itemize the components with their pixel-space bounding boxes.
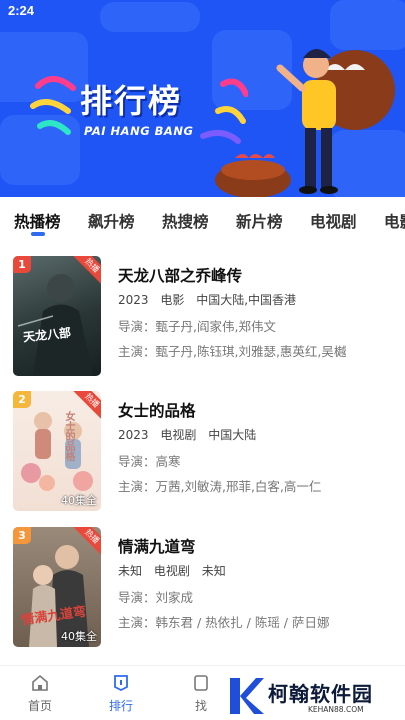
item-director: 导演：刘家成 — [118, 590, 194, 605]
person-with-sack-illustration — [215, 49, 395, 197]
item-year: 2023 — [118, 428, 149, 442]
poster-image: 女士的品格 2 热播 40集全 — [13, 391, 101, 511]
episode-count: 40集全 — [61, 494, 97, 507]
nav-find[interactable]: 找 — [176, 674, 226, 714]
tab-hot-play[interactable]: 热播榜 — [14, 210, 61, 232]
nav-home[interactable]: 首页 — [15, 674, 65, 714]
status-bar-time: 2:24 — [8, 3, 35, 18]
nav-find-label: 找 — [194, 699, 207, 713]
tab-rising[interactable]: 飙升榜 — [88, 210, 135, 232]
nav-home-label: 首页 — [27, 699, 52, 713]
site-watermark: 柯翰软件园 KEHAN88.COM — [222, 672, 405, 720]
list-item[interactable]: 情满九道弯 3 热播 40集全 情满九道弯 未知 电视剧 未知 导演：刘家成 主… — [0, 527, 405, 651]
watermark-text: 柯翰软件园 — [268, 682, 373, 706]
find-icon — [194, 675, 208, 691]
poster-image: 情满九道弯 3 热播 40集全 — [13, 527, 101, 647]
item-type: 电视剧 — [153, 564, 190, 578]
item-meta: 2023 电影 中国大陆,中国香港 — [118, 291, 304, 308]
banner-tile — [100, 2, 200, 32]
watermark-logo-icon — [230, 678, 264, 714]
ranking-tabs: 热播榜 飙升榜 热搜榜 新片榜 电视剧 电影 — [0, 200, 405, 240]
item-region: 未知 — [201, 564, 226, 578]
poster-art — [17, 274, 93, 376]
item-title: 女士的品格 — [118, 402, 196, 420]
home-icon — [32, 674, 48, 691]
poster-title-text: 女士的品格 — [63, 411, 74, 461]
page: 2:24 排行榜 PAI HANG BANG 热播榜 飙升榜 热搜榜 新片榜 电… — [0, 0, 405, 720]
item-region: 中国大陆 — [208, 428, 257, 442]
item-director: 导演：高寒 — [118, 454, 181, 469]
item-title: 天龙八部之乔峰传 — [118, 267, 243, 285]
rank-badge: 1 — [13, 256, 31, 273]
list-item[interactable]: 女士的品格 2 热播 40集全 女士的品格 2023 电视剧 中国大陆 导演：高… — [0, 391, 405, 515]
item-title: 情满九道弯 — [118, 538, 196, 556]
tab-partial[interactable]: 电影 — [384, 210, 405, 232]
item-region: 中国大陆,中国香港 — [196, 293, 297, 307]
rank-badge: 3 — [13, 527, 31, 544]
item-type: 电影 — [160, 293, 185, 307]
ranking-icon — [114, 675, 128, 692]
item-cast: 主演：甄子丹,陈钰琪,刘雅瑟,惠英红,吴樾 — [118, 344, 347, 359]
item-cast: 主演：韩东君 / 热依扎 / 陈瑶 / 萨日娜 — [118, 615, 330, 630]
logo-title: 排行榜 — [80, 82, 183, 120]
active-tab-indicator — [31, 232, 45, 236]
item-type: 电视剧 — [160, 428, 197, 442]
rank-badge: 2 — [13, 391, 31, 408]
tab-new-release[interactable]: 新片榜 — [236, 210, 283, 232]
item-cast: 主演：万茜,刘敏涛,邢菲,白客,高一仁 — [118, 479, 322, 494]
poster-image: 天龙八部 1 热播 — [13, 256, 101, 376]
episode-count: 40集全 — [61, 630, 97, 643]
nav-ranking-label: 排行 — [108, 699, 133, 713]
ranking-banner: 2:24 排行榜 PAI HANG BANG — [0, 0, 405, 197]
tab-hot-search[interactable]: 热搜榜 — [162, 210, 209, 232]
logo-subtitle: PAI HANG BANG — [84, 124, 194, 138]
item-meta: 未知 电视剧 未知 — [118, 562, 234, 579]
item-director: 导演：甄子丹,阎家伟,郑伟文 — [118, 319, 276, 334]
list-item[interactable]: 天龙八部 1 热播 天龙八部之乔峰传 2023 电影 中国大陆,中国香港 导演：… — [0, 256, 405, 380]
item-year: 2023 — [118, 293, 149, 307]
nav-ranking[interactable]: 排行 — [96, 674, 146, 714]
item-meta: 2023 电视剧 中国大陆 — [118, 426, 264, 443]
tab-tv-series[interactable]: 电视剧 — [310, 210, 357, 232]
watermark-url: KEHAN88.COM — [308, 705, 364, 714]
item-year: 未知 — [118, 564, 143, 578]
